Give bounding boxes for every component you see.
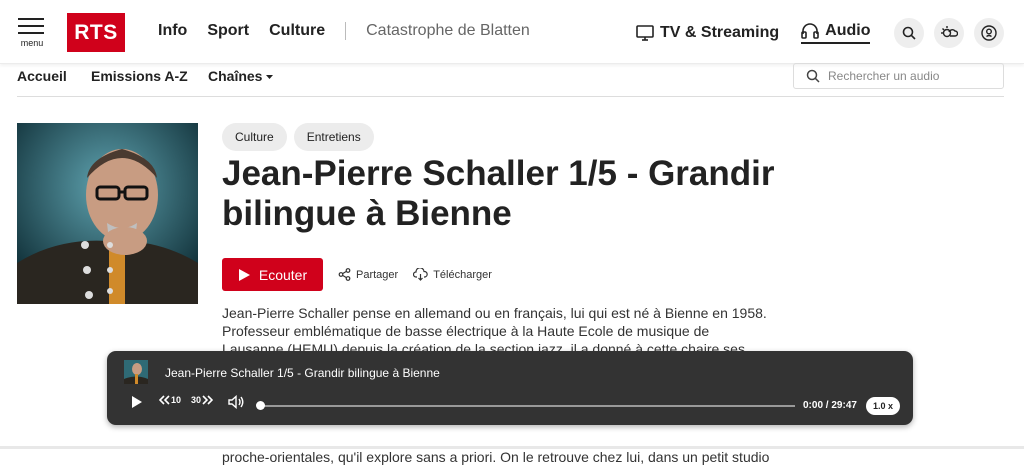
current-time: 0:00 (803, 400, 823, 411)
account-button[interactable] (974, 18, 1004, 48)
description-line: Professeur emblématique de basse électri… (222, 322, 772, 340)
download-label: Télécharger (433, 269, 492, 281)
nav-culture[interactable]: Culture (269, 22, 325, 40)
hamburger-icon (18, 18, 46, 34)
headphones-icon (801, 23, 819, 39)
listen-button[interactable]: Ecouter (222, 258, 323, 291)
listen-label: Ecouter (259, 267, 307, 283)
play-icon (131, 395, 143, 409)
forward-label: 30 (191, 395, 201, 405)
audio-search-box[interactable] (793, 63, 1004, 89)
nav-sport[interactable]: Sport (207, 22, 249, 40)
speaker-icon (228, 395, 245, 409)
rewind-label: 10 (171, 395, 181, 405)
top-bar: menu RTS Info Sport Culture Catastrophe … (0, 0, 1024, 64)
tv-streaming-label: TV & Streaming (660, 24, 779, 42)
search-icon (902, 26, 916, 40)
user-icon (981, 25, 997, 41)
tv-streaming-link[interactable]: TV & Streaming (636, 24, 779, 42)
nav-info[interactable]: Info (158, 22, 187, 40)
tv-icon (636, 25, 654, 41)
progress-knob[interactable] (256, 401, 265, 410)
share-button[interactable]: Partager (338, 268, 398, 281)
subnav-accueil[interactable]: Accueil (17, 68, 67, 84)
right-nav: TV & Streaming Audio (636, 22, 870, 44)
subnav-chaines-label: Chaînes (208, 68, 262, 84)
play-icon (238, 268, 251, 282)
caret-down-icon (265, 73, 274, 81)
player-play-button[interactable] (131, 395, 143, 409)
fast-forward-icon (201, 395, 213, 405)
search-icon (806, 69, 820, 83)
tag-culture[interactable]: Culture (222, 123, 287, 151)
progress-track[interactable] (260, 405, 795, 407)
download-button[interactable]: Télécharger (413, 268, 492, 281)
rts-logo[interactable]: RTS (67, 13, 125, 52)
playback-speed-button[interactable]: 1.0 x (866, 397, 900, 415)
menu-label: menu (18, 38, 46, 48)
player-title: Jean-Pierre Schaller 1/5 - Grandir bilin… (165, 366, 440, 380)
audio-link[interactable]: Audio (801, 22, 870, 44)
time-separator: / (826, 400, 829, 411)
nav-topic-link[interactable]: Catastrophe de Blatten (366, 22, 530, 40)
audio-player: Jean-Pierre Schaller 1/5 - Grandir bilin… (107, 351, 913, 425)
player-thumbnail (124, 360, 148, 384)
audio-search-input[interactable] (828, 69, 998, 83)
rewind-button[interactable]: 10 (159, 395, 181, 405)
tag-entretiens[interactable]: Entretiens (294, 123, 374, 151)
subnav-chaines[interactable]: Chaînes (208, 68, 274, 84)
episode-cover-image (17, 123, 198, 304)
duration: 29:47 (831, 400, 857, 411)
weather-icon (940, 25, 958, 41)
description-line: Jean-Pierre Schaller pense en allemand o… (222, 304, 772, 322)
episode-title: Jean-Pierre Schaller 1/5 - Grandir bilin… (222, 154, 782, 234)
nav-divider (345, 22, 346, 40)
subnav-divider (17, 96, 1004, 97)
share-icon (338, 268, 351, 281)
description-line: proche-orientales, qu'il explore sans a … (222, 448, 772, 466)
cloud-download-icon (413, 268, 428, 281)
player-time: 0:00 / 29:47 (803, 400, 857, 411)
subnav-emissions[interactable]: Emissions A-Z (91, 68, 188, 84)
rewind-icon (159, 395, 171, 405)
main-nav: Info Sport Culture Catastrophe de Blatte… (158, 22, 530, 40)
search-button[interactable] (894, 18, 924, 48)
volume-button[interactable] (228, 395, 245, 409)
forward-button[interactable]: 30 (191, 395, 213, 405)
menu-button[interactable]: menu (18, 18, 46, 48)
episode-tags: Culture Entretiens (222, 123, 381, 151)
share-label: Partager (356, 269, 398, 281)
episode-actions: Ecouter Partager Télécharger (222, 258, 492, 291)
audio-label: Audio (825, 22, 870, 40)
weather-button[interactable] (934, 18, 964, 48)
